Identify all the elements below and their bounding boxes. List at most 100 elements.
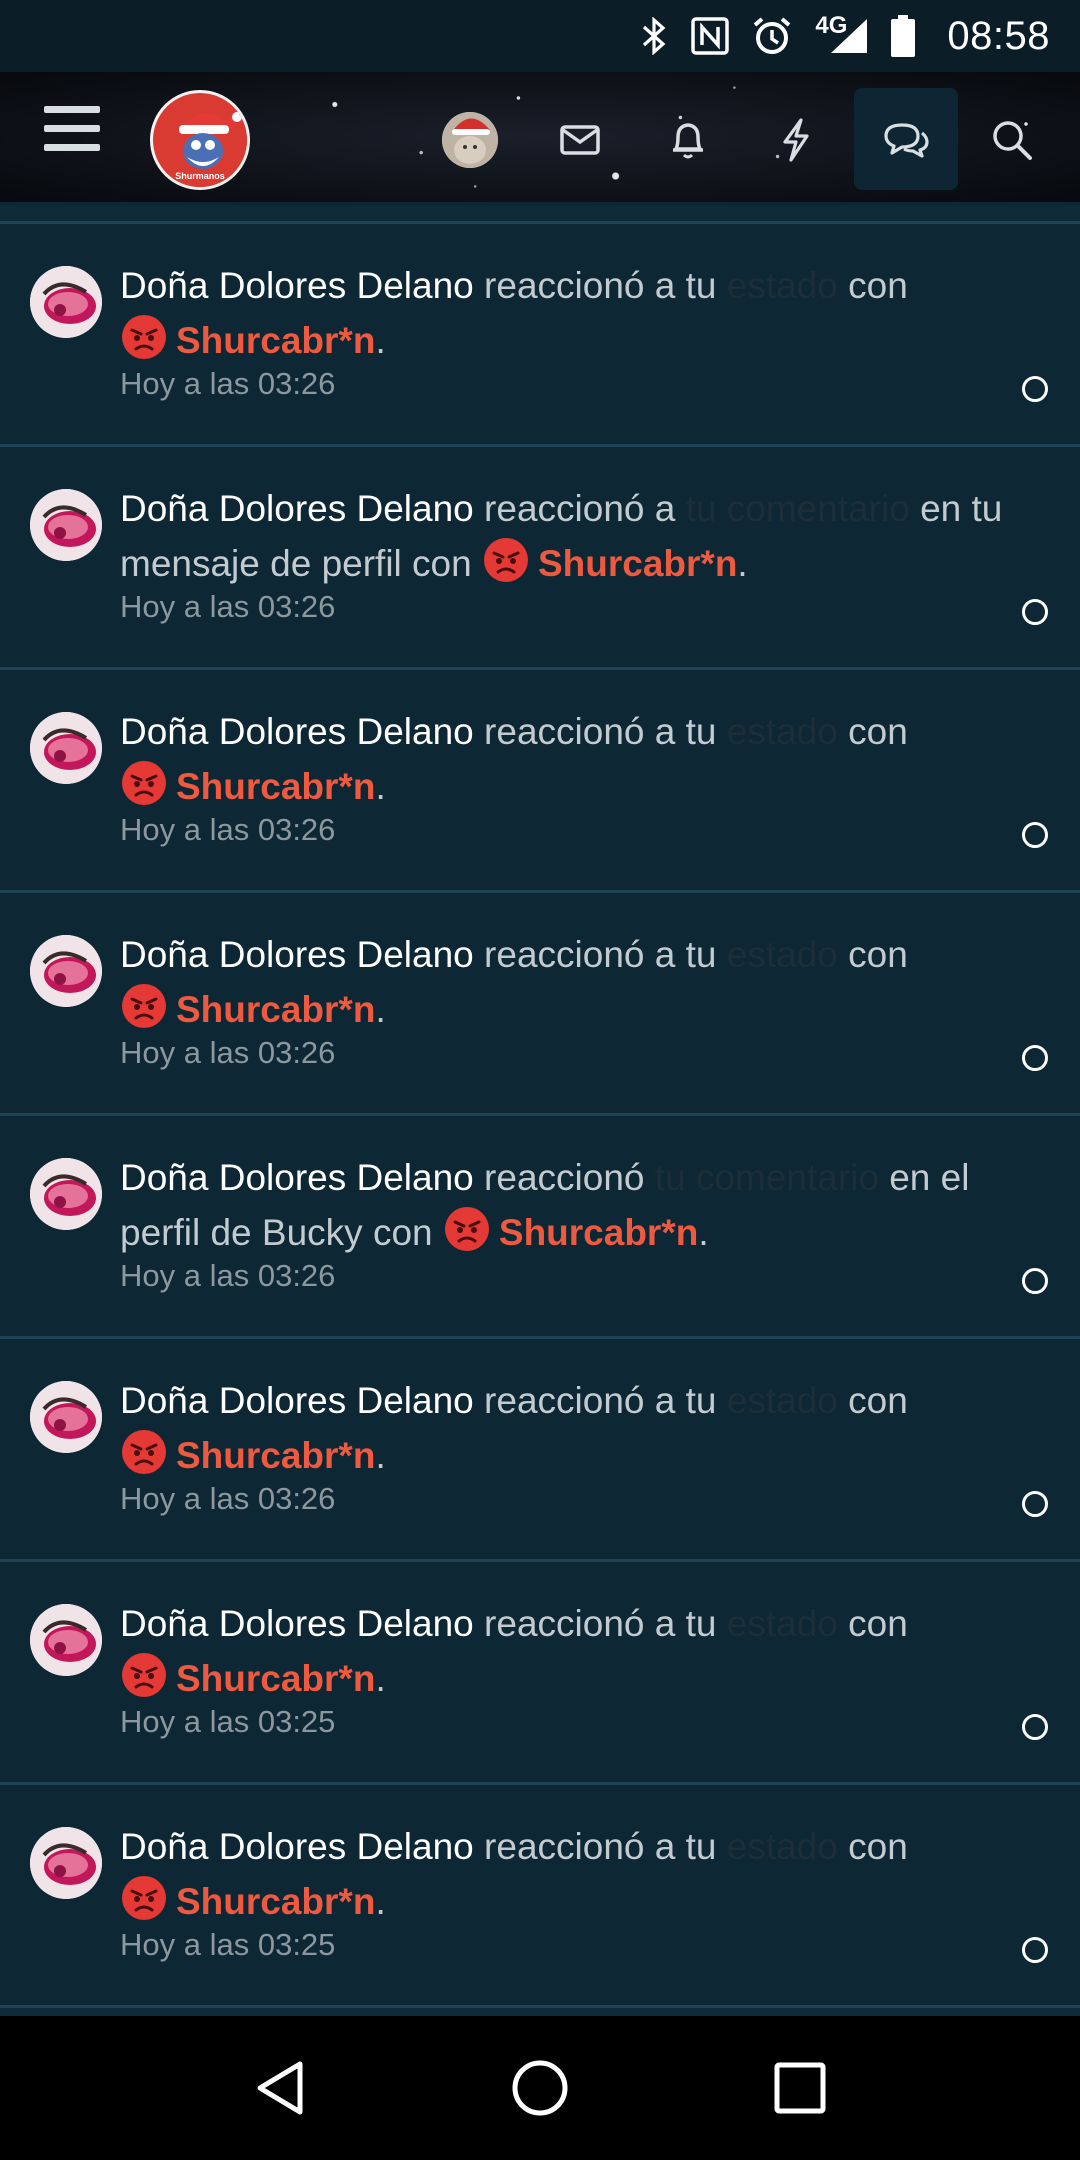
avatar[interactable]	[30, 1381, 102, 1453]
avatar[interactable]	[30, 935, 102, 1007]
home-icon[interactable]	[500, 2048, 580, 2128]
avatar[interactable]	[30, 1827, 102, 1899]
action-text: reaccionó a tu	[473, 265, 727, 306]
action-text-end: con	[837, 934, 908, 975]
avatar[interactable]	[30, 266, 102, 338]
user-avatar[interactable]	[442, 112, 498, 168]
notification-item[interactable]: Doña Dolores Delano reaccionó a tu estad…	[0, 893, 1080, 1116]
user-name-link[interactable]: Doña Dolores Delano	[120, 1826, 474, 1867]
user-name-link[interactable]: Doña Dolores Delano	[120, 1603, 474, 1644]
user-name-link[interactable]: Doña Dolores Delano	[120, 488, 474, 529]
timestamp: Hoy a las 03:25	[120, 1927, 336, 1962]
content-link[interactable]: estado	[727, 1603, 838, 1644]
mark-read-button[interactable]	[1022, 376, 1048, 402]
clock: 08:58	[947, 13, 1050, 58]
reaction-name: Shurcabr*n	[176, 320, 376, 361]
content-link[interactable]: estado	[727, 1826, 838, 1867]
notification-list: Doña Dolores Delano reaccionó a tu estad…	[0, 224, 1080, 2008]
user-name-link[interactable]: Doña Dolores Delano	[120, 711, 474, 752]
action-text: reaccionó a tu	[473, 1603, 727, 1644]
search-icon[interactable]	[982, 110, 1042, 170]
mark-read-button[interactable]	[1022, 599, 1048, 625]
notification-item[interactable]: Doña Dolores Delano reaccionó a tu estad…	[0, 1339, 1080, 1562]
avatar[interactable]	[30, 1604, 102, 1676]
mark-read-button[interactable]	[1022, 1045, 1048, 1071]
notification-item[interactable]: Doña Dolores Delano reaccionó tu comenta…	[0, 1116, 1080, 1339]
action-text-end: con	[837, 711, 908, 752]
signal-icon: 4G	[815, 12, 869, 55]
action-text-end: con	[837, 1380, 908, 1421]
list-divider	[0, 206, 1080, 224]
notification-item[interactable]: Doña Dolores Delano reaccionó a tu estad…	[0, 224, 1080, 447]
angry-face-icon	[122, 1653, 166, 1697]
bluetooth-icon	[639, 17, 669, 55]
mark-read-button[interactable]	[1022, 822, 1048, 848]
content-link[interactable]: tu comentario	[686, 488, 910, 529]
content-link[interactable]: estado	[727, 934, 838, 975]
timestamp: Hoy a las 03:26	[120, 1481, 336, 1516]
status-bar: 4G 08:58	[0, 0, 1080, 72]
notification-item[interactable]: Doña Dolores Delano reaccionó a tu estad…	[0, 1562, 1080, 1785]
reaction-name: Shurcabr*n	[176, 1881, 376, 1922]
bolt-icon[interactable]	[766, 110, 826, 170]
action-text: reaccionó a	[473, 488, 686, 529]
angry-face-icon	[444, 1207, 489, 1251]
timestamp: Hoy a las 03:26	[120, 589, 336, 624]
content-link[interactable]: estado	[727, 711, 838, 752]
mail-icon[interactable]	[550, 110, 610, 170]
alarm-icon	[751, 15, 793, 57]
notification-item[interactable]: Doña Dolores Delano reaccionó a tu comen…	[0, 447, 1080, 670]
avatar[interactable]	[30, 489, 102, 561]
logo-text: Shurmanos	[175, 171, 225, 181]
user-name-link[interactable]: Doña Dolores Delano	[120, 934, 474, 975]
sentence-end: .	[375, 1435, 386, 1476]
user-name-link[interactable]: Doña Dolores Delano	[120, 265, 474, 306]
notification-text: Doña Dolores Delano reaccionó a tu comen…	[120, 481, 1040, 591]
angry-face-icon	[122, 1430, 166, 1474]
site-logo[interactable]: Shurmanos	[150, 90, 250, 190]
avatar[interactable]	[30, 1158, 102, 1230]
mark-read-button[interactable]	[1022, 1268, 1048, 1294]
battery-icon	[891, 15, 916, 57]
mark-read-button[interactable]	[1022, 1937, 1048, 1963]
menu-icon[interactable]	[44, 106, 100, 166]
reaction-name: Shurcabr*n	[176, 766, 376, 807]
nfc-icon	[691, 17, 730, 55]
bell-icon[interactable]	[658, 110, 718, 170]
sentence-end: .	[375, 1658, 386, 1699]
sentence-end: .	[737, 543, 748, 584]
angry-face-icon	[122, 1876, 166, 1920]
mark-read-button[interactable]	[1022, 1714, 1048, 1740]
recents-icon[interactable]	[760, 2048, 840, 2128]
content-link[interactable]: estado	[727, 265, 838, 306]
notification-text: Doña Dolores Delano reaccionó tu comenta…	[120, 1150, 1040, 1260]
action-text-end: con	[837, 1603, 908, 1644]
user-name-link[interactable]: Doña Dolores Delano	[120, 1380, 474, 1421]
sentence-end: .	[375, 989, 386, 1030]
angry-face-icon	[122, 315, 166, 359]
sentence-end: .	[375, 766, 386, 807]
sentence-end: .	[375, 1881, 386, 1922]
timestamp: Hoy a las 03:26	[120, 1035, 336, 1070]
notification-text: Doña Dolores Delano reaccionó a tu estad…	[120, 1596, 1040, 1706]
action-text-end: con	[837, 1826, 908, 1867]
notification-text: Doña Dolores Delano reaccionó a tu estad…	[120, 1819, 1040, 1929]
user-name-link[interactable]: Doña Dolores Delano	[120, 1157, 474, 1198]
notification-item[interactable]: Doña Dolores Delano reaccionó a tu estad…	[0, 1785, 1080, 2008]
action-text-end: con	[837, 265, 908, 306]
avatar[interactable]	[30, 712, 102, 784]
back-icon[interactable]	[240, 2048, 320, 2128]
reaction-name: Shurcabr*n	[176, 1435, 376, 1476]
notification-item[interactable]: Doña Dolores Delano reaccionó a tu estad…	[0, 670, 1080, 893]
app-header: Shurmanos	[0, 72, 1080, 206]
reaction-name: Shurcabr*n	[176, 1658, 376, 1699]
timestamp: Hoy a las 03:25	[120, 1704, 336, 1739]
sentence-end: .	[375, 320, 386, 361]
content-link[interactable]: estado	[727, 1380, 838, 1421]
notification-text: Doña Dolores Delano reaccionó a tu estad…	[120, 927, 1040, 1037]
content-link[interactable]: tu comentario	[655, 1157, 879, 1198]
mark-read-button[interactable]	[1022, 1491, 1048, 1517]
angry-face-icon	[483, 538, 528, 582]
conversations-icon[interactable]	[876, 110, 936, 170]
action-text: reaccionó	[473, 1157, 655, 1198]
